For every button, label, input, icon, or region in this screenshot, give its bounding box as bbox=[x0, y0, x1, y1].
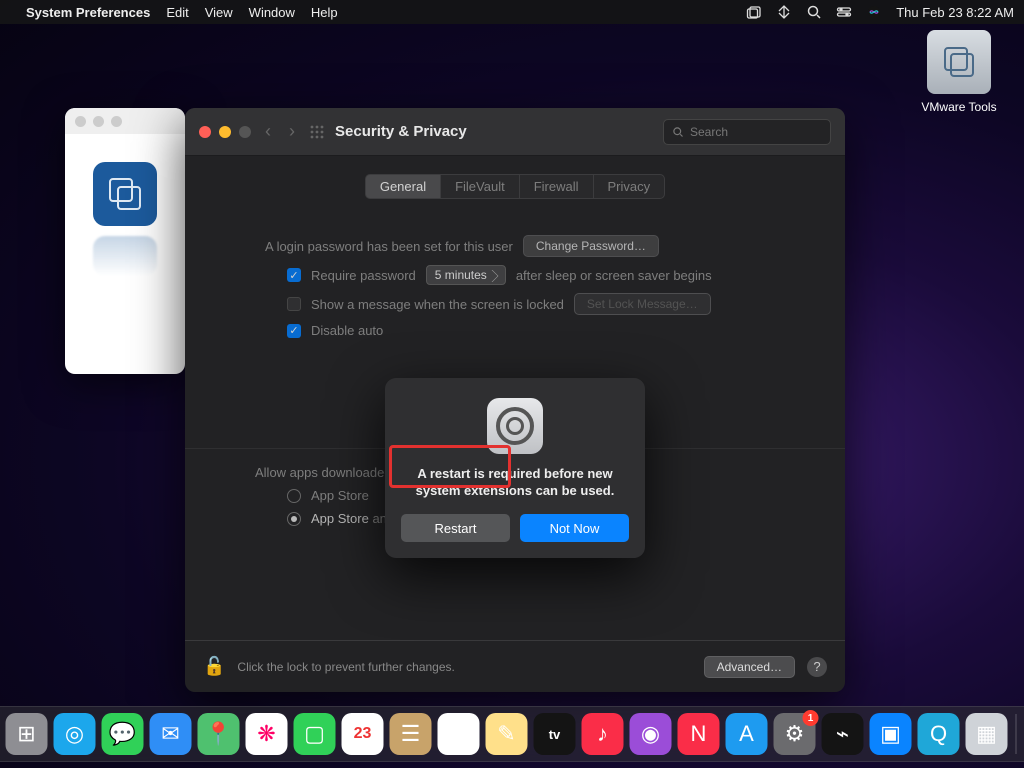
dock-appstore[interactable]: A bbox=[726, 713, 768, 755]
dock: ☺⊞◎💬✉📍❋▢23☰☲✎tv♪◉NA⚙1⌁▣Q▦🗑 bbox=[0, 706, 1024, 762]
siri-icon[interactable] bbox=[866, 4, 882, 20]
menu-view[interactable]: View bbox=[205, 5, 233, 20]
dock-quicktime[interactable]: Q bbox=[918, 713, 960, 755]
system-preferences-icon bbox=[487, 398, 543, 454]
not-now-button[interactable]: Not Now bbox=[520, 514, 629, 542]
dialog-message-line2: system extensions can be used. bbox=[401, 483, 629, 498]
dock-separator bbox=[1016, 714, 1017, 754]
dock-podcasts[interactable]: ◉ bbox=[630, 713, 672, 755]
system-preferences-window: ‹ › Security & Privacy Search General Fi… bbox=[185, 108, 845, 692]
dialog-message-line1: A restart is required before new bbox=[401, 466, 629, 481]
vmware-logo-icon bbox=[93, 162, 157, 226]
window-title: Security & Privacy bbox=[335, 123, 467, 140]
menu-edit[interactable]: Edit bbox=[166, 5, 188, 20]
network-icon[interactable] bbox=[776, 4, 792, 20]
lock-icon[interactable]: 🔓 bbox=[203, 656, 225, 677]
minimize-button[interactable] bbox=[219, 126, 231, 138]
search-placeholder: Search bbox=[690, 125, 728, 139]
control-center-icon[interactable] bbox=[836, 4, 852, 20]
dock-safari[interactable]: ◎ bbox=[54, 713, 96, 755]
menubar: System Preferences Edit View Window Help… bbox=[0, 0, 1024, 24]
desktop-icon-vmware-tools[interactable]: VMware Tools bbox=[914, 30, 1004, 114]
dock-maps[interactable]: 📍 bbox=[198, 713, 240, 755]
window-toolbar: ‹ › Security & Privacy Search bbox=[185, 108, 845, 156]
dock-mail[interactable]: ✉ bbox=[150, 713, 192, 755]
dock-news[interactable]: N bbox=[678, 713, 720, 755]
vmware-installer-window[interactable] bbox=[65, 108, 185, 374]
radio-app-store[interactable] bbox=[287, 489, 301, 503]
radio-identified-developers[interactable] bbox=[287, 512, 301, 526]
bottom-bar: 🔓 Click the lock to prevent further chan… bbox=[185, 640, 845, 692]
dock-vmware[interactable]: ▦ bbox=[966, 713, 1008, 755]
dock-system-preferences[interactable]: ⚙1 bbox=[774, 713, 816, 755]
dock-tv[interactable]: tv bbox=[534, 713, 576, 755]
zoom-button[interactable] bbox=[239, 126, 251, 138]
help-button[interactable]: ? bbox=[807, 657, 827, 677]
dock-activity-monitor[interactable]: ⌁ bbox=[822, 713, 864, 755]
menubar-datetime[interactable]: Thu Feb 23 8:22 AM bbox=[896, 5, 1014, 20]
dock-launchpad[interactable]: ⊞ bbox=[6, 713, 48, 755]
minimize-button[interactable] bbox=[93, 116, 104, 127]
close-button[interactable] bbox=[199, 126, 211, 138]
search-icon bbox=[672, 126, 684, 138]
disk-icon bbox=[927, 30, 991, 94]
dock-messages[interactable]: 💬 bbox=[102, 713, 144, 755]
dock-notes[interactable]: ✎ bbox=[486, 713, 528, 755]
spotlight-icon[interactable] bbox=[806, 4, 822, 20]
require-password-delay-select[interactable]: 5 minutes bbox=[426, 265, 506, 285]
desktop-icon-label: VMware Tools bbox=[914, 100, 1004, 114]
dock-facetime[interactable]: ▢ bbox=[294, 713, 336, 755]
zoom-button[interactable] bbox=[111, 116, 122, 127]
dock-reminders[interactable]: ☲ bbox=[438, 713, 480, 755]
advanced-button[interactable]: Advanced… bbox=[704, 656, 795, 678]
app-menu[interactable]: System Preferences bbox=[26, 5, 150, 20]
search-field[interactable]: Search bbox=[663, 119, 831, 145]
back-button[interactable]: ‹ bbox=[261, 121, 275, 142]
menu-help[interactable]: Help bbox=[311, 5, 338, 20]
lock-text: Click the lock to prevent further change… bbox=[237, 660, 454, 674]
forward-button[interactable]: › bbox=[285, 121, 299, 142]
dock-photos[interactable]: ❋ bbox=[246, 713, 288, 755]
dock-calendar[interactable]: 23 bbox=[342, 713, 384, 755]
stage-manager-icon[interactable] bbox=[746, 4, 762, 20]
close-button[interactable] bbox=[75, 116, 86, 127]
show-all-icon[interactable] bbox=[309, 124, 325, 140]
restart-button[interactable]: Restart bbox=[401, 514, 510, 542]
menu-window[interactable]: Window bbox=[249, 5, 295, 20]
badge: 1 bbox=[803, 710, 819, 726]
dock-keynote[interactable]: ▣ bbox=[870, 713, 912, 755]
logo-reflection bbox=[93, 236, 157, 276]
dock-contacts[interactable]: ☰ bbox=[390, 713, 432, 755]
restart-required-dialog: A restart is required before new system … bbox=[385, 378, 645, 558]
dock-music[interactable]: ♪ bbox=[582, 713, 624, 755]
